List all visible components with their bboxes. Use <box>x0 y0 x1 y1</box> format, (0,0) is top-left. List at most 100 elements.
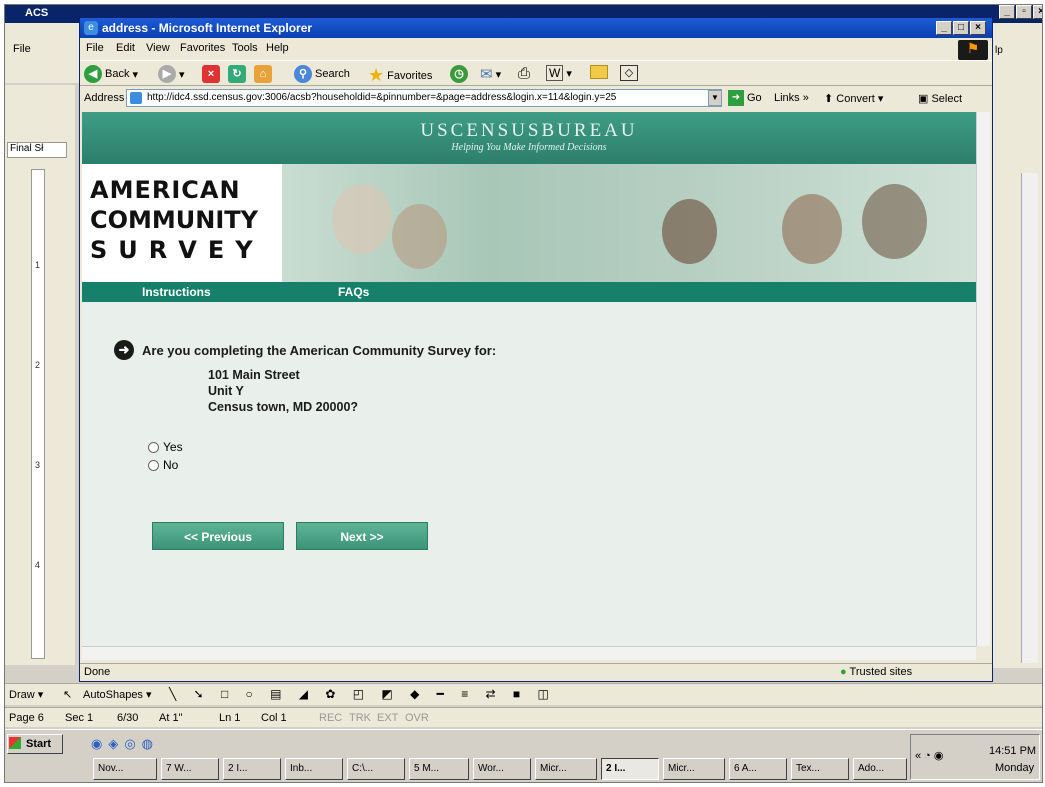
diamond-icon: ◇ <box>620 65 638 81</box>
photo-face <box>862 184 927 259</box>
mail-icon: ✉ <box>480 66 493 83</box>
favorites-button[interactable]: ★ Favorites <box>368 65 432 86</box>
favorites-label: Favorites <box>387 69 433 82</box>
menu-edit[interactable]: Edit <box>116 42 135 54</box>
ruler-mark: 4 <box>35 560 41 570</box>
forward-button[interactable]: ▶ ▾ <box>158 65 185 83</box>
ie-maximize-button[interactable]: □ <box>953 21 969 35</box>
links-button[interactable]: Links » <box>774 92 809 104</box>
taskbar-item[interactable]: Nov... <box>93 758 157 780</box>
quick-launch-icons[interactable]: ◉◈◎◍ <box>91 736 159 752</box>
refresh-button[interactable]: ↻ <box>228 65 246 83</box>
system-tray: « ◔ ◉ 14:51 PM Monday <box>910 734 1040 780</box>
menu-favorites[interactable]: Favorites <box>180 42 225 54</box>
taskbar-item[interactable]: Ado... <box>853 758 907 780</box>
print-button[interactable]: ⎙ <box>518 65 530 82</box>
option-no[interactable]: No <box>148 458 178 472</box>
word-vertical-scrollbar[interactable] <box>1021 173 1038 663</box>
home-icon: ⌂ <box>254 65 272 83</box>
photo-face <box>392 204 447 269</box>
mail-button[interactable]: ✉ ▾ <box>480 65 501 83</box>
ruler-mark: 1 <box>35 260 41 270</box>
convert-button[interactable]: ⬆ Convert ▾ <box>824 92 883 105</box>
nav-faqs-link[interactable]: FAQs <box>338 285 369 299</box>
ie-status-bar: Done ● Trusted sites <box>80 663 992 681</box>
taskbar-item[interactable]: Micr... <box>535 758 597 780</box>
print-icon: ⎙ <box>518 65 531 82</box>
favorites-star-icon: ★ <box>368 65 385 85</box>
messenger-button[interactable]: ◇ <box>620 65 638 81</box>
page-vertical-scrollbar[interactable] <box>976 112 990 646</box>
final-showing-dropdown[interactable]: Final Sł <box>7 142 67 158</box>
menu-help[interactable]: Help <box>266 42 289 54</box>
taskbar: Start ◉◈◎◍ Nov... 7 W... 2 I... Inb... C… <box>5 729 1042 782</box>
pointer-icon[interactable]: ↖ <box>63 688 72 701</box>
zone-indicator: ● Trusted sites <box>840 666 912 678</box>
word-menu-file[interactable]: File <box>13 43 31 55</box>
address-input[interactable]: http://idc4.ssd.census.gov:3006/acsb?hou… <box>126 89 722 107</box>
address-line-1: 101 Main Street <box>208 368 300 382</box>
address-dropdown-arrow[interactable]: ▼ <box>708 90 722 106</box>
ie-close-button[interactable]: × <box>970 21 986 35</box>
taskbar-item[interactable]: Wor... <box>473 758 531 780</box>
census-tagline: Helping You Make Informed Decisions <box>451 142 607 153</box>
photo-face <box>662 199 717 264</box>
question: ➜ Are you completing the American Commun… <box>114 340 496 360</box>
drawing-tools-icons[interactable]: ╲ ➘ □ ○ ▤ ◢ ✿ ◰ ◩ ◆ ━ ≡ ⇄ ■ ◫ <box>169 687 556 701</box>
clock-day: Monday <box>995 762 1035 774</box>
taskbar-item[interactable]: 2 I... <box>223 758 281 780</box>
radio-yes[interactable] <box>148 441 159 453</box>
draw-menu[interactable]: Draw ▾ <box>9 688 43 701</box>
menu-view[interactable]: View <box>146 42 170 54</box>
photo-face <box>782 194 842 264</box>
radio-no[interactable] <box>148 459 159 471</box>
previous-button[interactable]: << Previous <box>152 522 284 550</box>
taskbar-item[interactable]: 5 M... <box>409 758 469 780</box>
menu-file[interactable]: File <box>86 42 104 54</box>
autoshapes-menu[interactable]: AutoShapes ▾ <box>83 688 152 701</box>
taskbar-item[interactable]: Inb... <box>285 758 343 780</box>
ie-toolbar: ◀ Back ▾ ▶ ▾ × ↻ ⌂ ⚲ Search ★ Favorites … <box>80 60 992 86</box>
nav-bar: Instructions FAQs <box>82 282 976 302</box>
taskbar-item[interactable]: 7 W... <box>161 758 219 780</box>
people-photo-collage <box>282 164 976 282</box>
ie-title-bar: e address - Microsoft Internet Explorer … <box>80 18 992 38</box>
folder-button[interactable] <box>590 65 608 79</box>
go-button[interactable]: ➜ Go <box>728 90 762 106</box>
history-button[interactable]: ◷ <box>450 65 468 83</box>
taskbar-item[interactable]: Micr... <box>663 758 725 780</box>
tray-icons[interactable]: « ◔ ◉ <box>915 749 943 762</box>
page-horizontal-scrollbar[interactable] <box>82 646 976 660</box>
acs-logo: AMERICAN COMMUNITY SURVEY <box>82 164 282 282</box>
maximize-button[interactable]: ▫ <box>1016 5 1032 19</box>
next-button[interactable]: Next >> <box>296 522 428 550</box>
back-button[interactable]: ◀ Back ▾ <box>84 65 138 83</box>
taskbar-item[interactable]: Tex... <box>791 758 849 780</box>
stop-button[interactable]: × <box>202 65 220 83</box>
taskbar-item-active[interactable]: 2 I... <box>601 758 659 780</box>
stop-icon: × <box>202 65 220 83</box>
status-ovr: OVR <box>405 712 429 724</box>
option-yes[interactable]: Yes <box>148 440 183 454</box>
home-button[interactable]: ⌂ <box>254 65 272 83</box>
search-label: Search <box>315 68 350 80</box>
arrow-right-icon: ➜ <box>114 340 134 360</box>
ie-title: address - Microsoft Internet Explorer <box>102 21 313 35</box>
census-banner: USCENSUSBUREAU Helping You Make Informed… <box>82 112 976 164</box>
nav-instructions-link[interactable]: Instructions <box>142 285 211 299</box>
windows-flag-icon <box>9 737 21 749</box>
minimize-button[interactable]: _ <box>999 5 1015 19</box>
word-help-fragment: lp <box>995 45 1003 56</box>
photo-face <box>332 184 392 254</box>
edit-word-button[interactable]: W ▾ <box>546 65 572 81</box>
close-button[interactable]: × <box>1033 5 1042 19</box>
ruler-mark: 2 <box>35 360 41 370</box>
select-button[interactable]: ▣ Select <box>918 92 962 105</box>
menu-tools[interactable]: Tools <box>232 42 258 54</box>
taskbar-item[interactable]: C:\... <box>347 758 405 780</box>
web-page: USCENSUSBUREAU Helping You Make Informed… <box>82 112 976 646</box>
ie-minimize-button[interactable]: _ <box>936 21 952 35</box>
status-ext: EXT <box>377 712 399 724</box>
taskbar-item[interactable]: 6 A... <box>729 758 787 780</box>
search-button[interactable]: ⚲ Search <box>294 65 350 83</box>
